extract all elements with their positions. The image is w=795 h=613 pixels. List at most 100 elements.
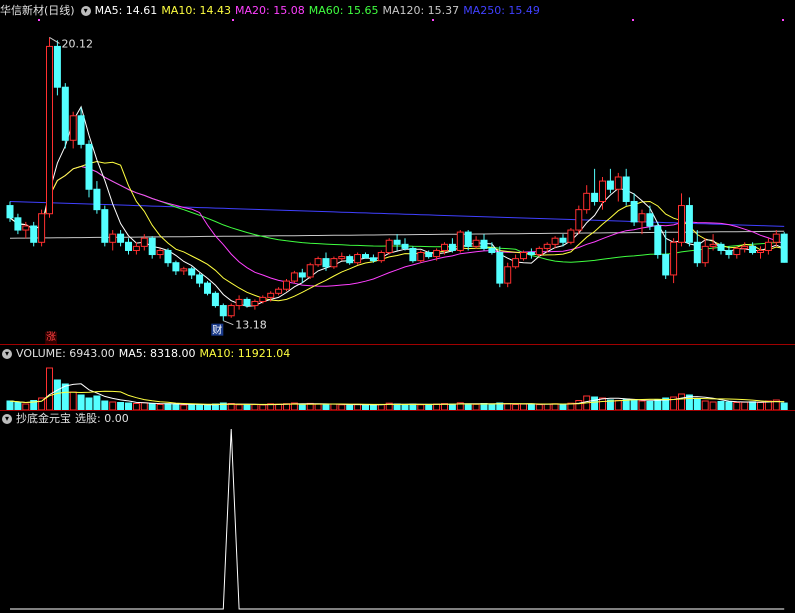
volume-bar xyxy=(757,401,764,410)
volume-bar xyxy=(733,402,741,410)
candle-body xyxy=(14,217,22,231)
candle-body xyxy=(267,292,275,298)
candle-body xyxy=(480,239,488,249)
ma250-line xyxy=(9,201,785,227)
candle-body xyxy=(393,239,401,245)
candle-body xyxy=(298,272,306,278)
candle-body xyxy=(69,115,77,141)
volume-chart[interactable] xyxy=(0,362,795,410)
candle-body xyxy=(693,241,701,264)
candle-body xyxy=(314,258,322,266)
candle-body xyxy=(53,45,61,88)
candle-body xyxy=(401,243,409,249)
volume-bar xyxy=(646,401,654,410)
candle-body xyxy=(235,298,243,307)
candle-body xyxy=(504,266,512,284)
marker-dot xyxy=(432,19,434,21)
volume-bar xyxy=(693,398,701,410)
volume-bar xyxy=(614,400,622,410)
candle-body xyxy=(417,252,425,262)
ma10-line xyxy=(9,160,785,302)
volume-bar xyxy=(709,401,717,410)
candle-body xyxy=(377,252,385,262)
candle-body xyxy=(448,243,456,251)
candle-body xyxy=(599,180,606,202)
indicator-value: 选股: 0.00 xyxy=(75,412,129,425)
volume-bar xyxy=(69,391,77,410)
candle-body xyxy=(93,188,101,211)
candle-body xyxy=(685,205,693,243)
candle-body xyxy=(701,245,709,264)
candle-body xyxy=(614,176,622,190)
chevron-down-icon[interactable]: ▾ xyxy=(80,6,91,16)
candle-body xyxy=(188,268,196,276)
candle-body xyxy=(346,256,354,264)
low-pointer xyxy=(223,320,234,326)
volume-bar xyxy=(46,367,53,410)
indicator-chart[interactable] xyxy=(0,425,795,613)
candle-body xyxy=(441,243,448,251)
low-price-label: 13.18 xyxy=(235,319,266,332)
candle-body xyxy=(283,280,290,290)
volume-bar xyxy=(14,402,22,410)
marker-dot xyxy=(782,19,784,21)
panel-divider xyxy=(0,410,795,411)
candle-body xyxy=(38,213,46,243)
volume-bar xyxy=(741,401,749,410)
volume-bar xyxy=(630,399,638,410)
volume-header: ▾ VOLUME: 6943.00 MA5: 8318.00 MA10: 11921.… xyxy=(0,347,294,361)
marker-dot xyxy=(632,19,634,21)
candle-body xyxy=(6,205,14,219)
high-pointer xyxy=(49,36,60,44)
marker-dot xyxy=(232,19,234,21)
ma5-line xyxy=(9,105,785,307)
candle-body xyxy=(243,298,251,307)
candle-body xyxy=(678,205,685,243)
candle-body xyxy=(251,300,259,307)
candle-body xyxy=(488,247,496,253)
candle-body xyxy=(520,252,527,260)
candle-body xyxy=(780,233,788,263)
volume-bar xyxy=(6,400,14,410)
indicator-line xyxy=(10,428,785,610)
volume-bar xyxy=(140,402,148,410)
candle-body xyxy=(259,296,267,302)
volume-bar xyxy=(125,402,132,410)
candle-body xyxy=(61,86,69,141)
candle-body xyxy=(535,247,543,256)
candle-body xyxy=(322,258,330,268)
candle-body xyxy=(749,245,757,253)
candle-body xyxy=(148,237,156,256)
candle-body xyxy=(709,243,717,247)
chevron-down-icon[interactable]: ▾ xyxy=(2,414,12,424)
volume-bar xyxy=(109,401,117,410)
candle-body xyxy=(117,233,125,243)
candle-body xyxy=(559,237,567,243)
price-chart[interactable]: 20.12 13.18 财 xyxy=(0,16,795,342)
candle-body xyxy=(670,241,678,276)
volume-ma10-value: MA10: 11921.04 xyxy=(199,347,291,360)
candle-body xyxy=(575,209,583,231)
volume-bar xyxy=(725,401,733,410)
candle-body xyxy=(606,180,614,190)
zhang-badge: 涨 xyxy=(45,332,57,344)
chevron-down-icon[interactable]: ▾ xyxy=(2,349,12,359)
volume-bar xyxy=(599,397,606,410)
candle-body xyxy=(567,229,575,243)
volume-bar xyxy=(591,396,599,410)
candle-body xyxy=(101,209,109,243)
candle-body xyxy=(496,252,504,284)
candle-body xyxy=(275,288,283,294)
candle-body xyxy=(409,247,417,262)
volume-bar xyxy=(749,401,757,410)
candle-body xyxy=(227,305,235,317)
candle-body xyxy=(77,115,85,145)
high-price-label: 20.12 xyxy=(62,37,94,50)
volume-bar xyxy=(53,379,61,410)
candle-body xyxy=(156,249,164,256)
candle-body xyxy=(306,264,314,278)
candle-body xyxy=(125,241,132,251)
candle-body xyxy=(164,249,172,264)
candle-body xyxy=(630,200,638,223)
candle-body xyxy=(622,176,630,202)
